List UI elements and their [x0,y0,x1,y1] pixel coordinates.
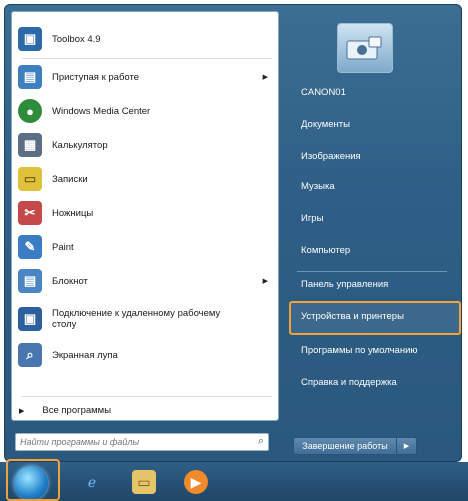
right-item-pictures[interactable]: Изображения [301,151,361,162]
user-picture[interactable] [337,23,393,73]
start-button-highlight [6,459,60,501]
program-label: Блокнот [52,275,88,287]
media-center-icon: ● [18,99,42,123]
program-label: Приступая к работе [52,71,139,83]
submenu-arrow-icon: ▶ [262,74,268,81]
user-picture-icon [346,36,382,60]
windows-explorer-icon[interactable]: ▭ [132,470,156,494]
expand-arrow-icon: ▶ [19,407,25,415]
toolbox-icon: ▣ [18,27,42,51]
right-item-devices-printers[interactable]: Устройства и принтеры [301,311,404,322]
program-label: Ножницы [52,207,94,219]
right-item-documents[interactable]: Документы [301,119,350,130]
scissors-icon: ✂ [18,201,42,225]
notepad-icon: ▤ [18,269,42,293]
program-label: Windows Media Center [52,105,151,117]
program-remote-desktop[interactable]: ▣ Подключение к удаленному рабочему стол… [18,302,272,336]
program-getting-started[interactable]: ▤ Приступая к работе ▶ [18,62,272,92]
program-label: Paint [52,241,74,253]
divider [22,58,272,59]
programs-pane: ▣ Toolbox 4.9 ▤ Приступая к работе ▶ ● W… [11,11,279,421]
internet-explorer-icon[interactable]: ℯ [80,470,104,494]
search-box[interactable]: ⌕ [15,433,269,451]
right-item-default-programs[interactable]: Программы по умолчанию [301,345,418,356]
right-item-music[interactable]: Музыка [301,181,335,192]
program-label: Записки [52,173,88,185]
program-notepad[interactable]: ▤ Блокнот ▶ [18,266,272,296]
right-item-control-panel[interactable]: Панель управления [301,279,388,290]
program-label: Калькулятор [52,139,108,151]
remote-desktop-icon: ▣ [18,307,42,331]
divider [22,396,272,397]
paint-icon: ✎ [18,235,42,259]
all-programs-button[interactable]: ▶ Все программы [19,405,111,416]
shutdown-group: Завершение работы ▶ [293,437,425,455]
search-input[interactable] [16,436,242,448]
submenu-arrow-icon: ▶ [262,278,268,285]
right-item-games[interactable]: Игры [301,213,323,224]
program-calculator[interactable]: ▦ Калькулятор [18,130,272,160]
program-label: Toolbox 4.9 [52,33,101,45]
search-icon[interactable]: ⌕ [258,435,264,448]
program-paint[interactable]: ✎ Paint [18,232,272,262]
getting-started-icon: ▤ [18,65,42,89]
right-item-help-support[interactable]: Справка и поддержка [301,377,397,388]
all-programs-label: Все программы [42,405,112,416]
media-player-icon[interactable]: ▶ [184,470,208,494]
start-menu: ▣ Toolbox 4.9 ▤ Приступая к работе ▶ ● W… [4,4,462,462]
divider [297,271,447,272]
magnifier-icon: ⌕ [18,343,42,367]
program-snipping-tool[interactable]: ✂ Ножницы [18,198,272,228]
calculator-icon: ▦ [18,133,42,157]
program-media-center[interactable]: ● Windows Media Center [18,96,272,126]
sticky-notes-icon: ▭ [18,167,42,191]
program-sticky-notes[interactable]: ▭ Записки [18,164,272,194]
shutdown-button[interactable]: Завершение работы [293,437,397,455]
taskbar [0,462,468,501]
right-item-computer[interactable]: Компьютер [301,245,350,256]
program-label: Экранная лупа [52,349,118,361]
program-toolbox[interactable]: ▣ Toolbox 4.9 [18,24,272,54]
program-label: Подключение к удаленному рабочему столу [52,308,221,330]
right-item-user[interactable]: CANON01 [301,87,346,98]
program-magnifier[interactable]: ⌕ Экранная лупа [18,340,272,370]
shutdown-options-arrow-icon[interactable]: ▶ [397,437,417,455]
